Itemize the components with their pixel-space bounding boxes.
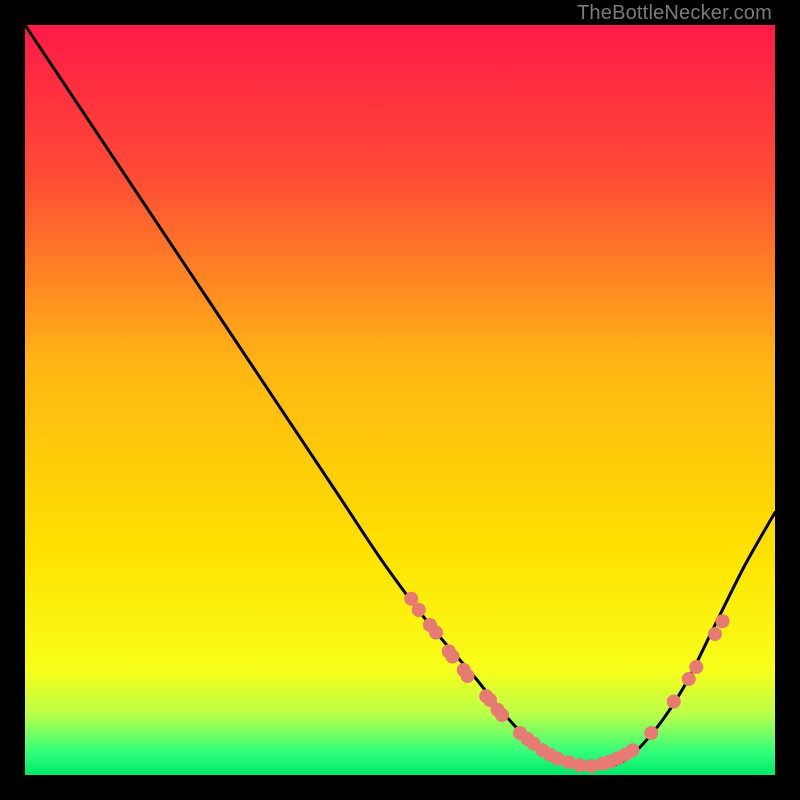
marker-point [412,603,426,617]
watermark-text: TheBottleNecker.com [577,2,772,25]
marker-point [446,650,460,664]
gradient-background [25,25,775,775]
chart-frame [25,25,775,775]
marker-point [495,708,509,722]
marker-point [716,614,730,628]
marker-point [682,672,696,686]
marker-point [429,626,443,640]
marker-point [667,695,681,709]
marker-point [689,660,703,674]
marker-point [626,743,640,757]
marker-point [708,627,722,641]
marker-point [644,726,658,740]
chart-svg [25,25,775,775]
marker-point [461,669,475,683]
